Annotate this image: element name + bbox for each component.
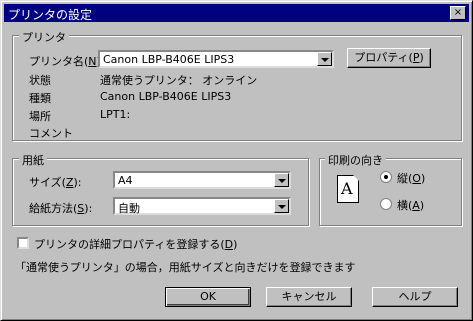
chevron-down-icon[interactable] — [274, 173, 289, 187]
help-button[interactable]: ヘルプ — [372, 287, 458, 307]
paper-group-label: 用紙 — [19, 152, 47, 168]
status-label: 状態 — [29, 74, 51, 87]
dialog-title: プリンタの設定 — [8, 8, 93, 22]
paper-size-label: サイズ(Z): — [29, 176, 82, 189]
comment-label: コメント — [29, 127, 73, 140]
properties-button[interactable]: プロパティ(P) — [347, 48, 431, 68]
paper-size-value: A4 — [118, 174, 133, 187]
portrait-radio[interactable] — [380, 171, 392, 183]
paper-size-dropdown[interactable]: A4 — [113, 171, 291, 189]
printer-setup-dialog: プリンタの設定 × プリンタ プリンタ名(N): Canon LBP-B406E… — [0, 0, 473, 321]
paper-source-label: 給紙方法(S): — [29, 202, 93, 215]
portrait-label[interactable]: 縦(O) — [397, 170, 425, 186]
location-value: LPT1: — [100, 108, 131, 121]
printer-name-label: プリンタ名(N): — [29, 55, 105, 68]
printer-name-value: Canon LBP-B406E LIPS3 — [103, 53, 235, 66]
close-button[interactable]: × — [450, 6, 466, 20]
type-label: 種類 — [29, 92, 51, 105]
type-value: Canon LBP-B406E LIPS3 — [100, 90, 232, 103]
paper-source-dropdown[interactable]: 自動 — [113, 197, 291, 215]
cancel-button[interactable]: キャンセル — [266, 287, 352, 307]
save-detail-properties-label[interactable]: プリンタの詳細プロパティを登録する(D) — [34, 236, 237, 252]
portrait-page-icon: A — [337, 175, 359, 203]
ok-button[interactable]: OK — [165, 287, 251, 307]
printer-name-dropdown[interactable]: Canon LBP-B406E LIPS3 — [98, 50, 334, 68]
save-detail-properties-checkbox[interactable] — [17, 237, 29, 249]
title-bar: プリンタの設定 × — [4, 4, 469, 22]
location-label: 場所 — [29, 110, 51, 123]
status-value: 通常使うプリンタ： オンライン — [100, 74, 258, 87]
chevron-down-icon[interactable] — [317, 52, 332, 66]
orientation-group-label: 印刷の向き — [325, 152, 386, 168]
paper-source-value: 自動 — [118, 202, 140, 215]
chevron-down-icon[interactable] — [274, 199, 289, 213]
note-text: 「通常使うプリンタ」の場合，用紙サイズと向きだけを登録できます — [15, 261, 356, 274]
landscape-radio[interactable] — [380, 198, 392, 210]
printer-group-label: プリンタ — [19, 29, 69, 45]
landscape-label[interactable]: 横(A) — [397, 197, 424, 213]
